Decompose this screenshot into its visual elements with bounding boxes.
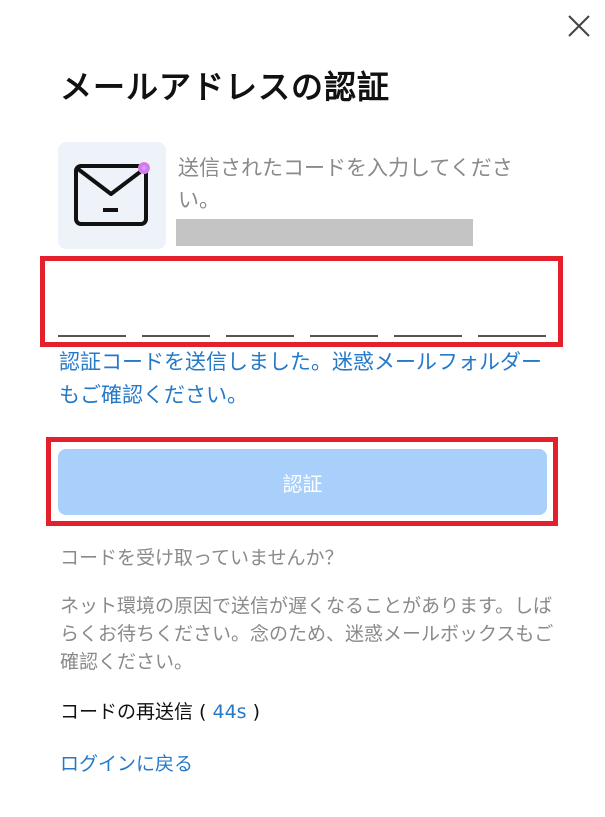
resend-suffix: ) bbox=[252, 701, 261, 723]
no-code-heading: コードを受け取っていませんか？ bbox=[60, 547, 344, 569]
code-digit-2[interactable] bbox=[142, 335, 210, 337]
resend-timer: 44s bbox=[212, 701, 247, 723]
verify-button[interactable]: 認証 bbox=[58, 449, 547, 515]
mail-illustration bbox=[58, 142, 166, 249]
code-input-group[interactable] bbox=[40, 256, 563, 347]
code-sent-notice: 認証コードを送信しました。迷惑メールフォルダーもご確認ください。 bbox=[59, 350, 542, 407]
redacted-email bbox=[176, 219, 473, 246]
code-digit-6[interactable] bbox=[478, 335, 546, 337]
code-digit-1[interactable] bbox=[58, 335, 126, 337]
instruction-text: 送信されたコードを入力してください。 bbox=[178, 156, 513, 212]
resend-code-row: コードの再送信 ( 44s ) bbox=[60, 697, 260, 724]
back-to-login-link[interactable]: ログインに戻る bbox=[60, 749, 193, 776]
network-delay-note: ネット環境の原因で送信が遅くなることがあります。しばらくお待ちください。念のため… bbox=[60, 595, 554, 673]
verify-email-dialog: メールアドレスの認証 送信されたコードを入力してください。 認証コードを送信しま… bbox=[0, 0, 605, 817]
close-button[interactable] bbox=[563, 10, 595, 42]
envelope-icon bbox=[74, 162, 150, 226]
code-digit-5[interactable] bbox=[394, 335, 462, 337]
page-title: メールアドレスの認証 bbox=[60, 68, 391, 106]
code-digit-3[interactable] bbox=[226, 335, 294, 337]
resend-label: コードの再送信 ( bbox=[60, 701, 207, 723]
code-digit-4[interactable] bbox=[310, 335, 378, 337]
close-icon bbox=[568, 15, 590, 37]
